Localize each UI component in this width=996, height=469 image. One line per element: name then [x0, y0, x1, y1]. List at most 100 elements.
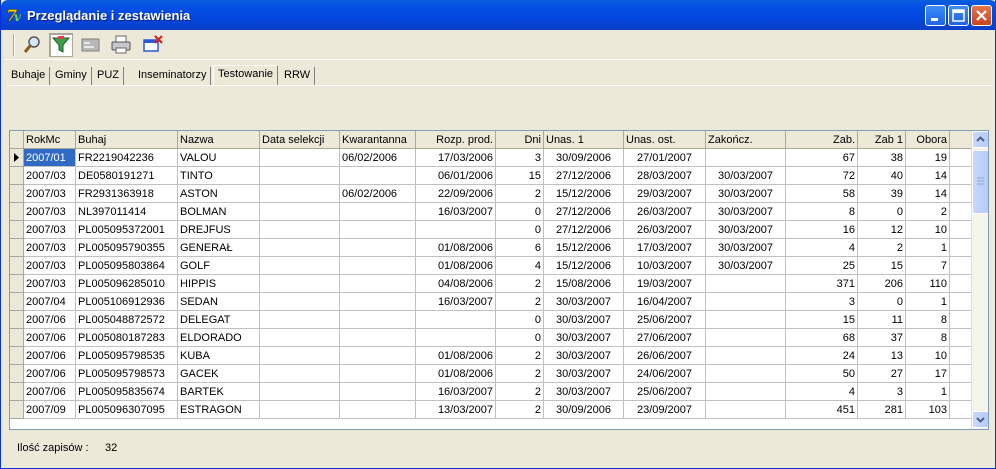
table-cell[interactable]: 2: [496, 185, 544, 203]
table-cell[interactable]: 2: [496, 365, 544, 383]
table-cell[interactable]: PL005096307095: [76, 401, 178, 419]
row-indicator[interactable]: [10, 329, 24, 347]
table-cell[interactable]: 4: [786, 383, 858, 401]
table-cell[interactable]: [260, 203, 340, 221]
table-cell[interactable]: DELEGAT: [178, 311, 260, 329]
table-cell[interactable]: GACEK: [178, 365, 260, 383]
table-cell[interactable]: [260, 167, 340, 185]
table-cell[interactable]: [340, 401, 416, 419]
table-cell[interactable]: PL005095790355: [76, 239, 178, 257]
row-indicator[interactable]: [10, 257, 24, 275]
table-cell[interactable]: PL005095798573: [76, 365, 178, 383]
table-cell[interactable]: PL005106912936: [76, 293, 178, 311]
table-cell[interactable]: [416, 311, 496, 329]
table-cell[interactable]: 01/08/2006: [416, 239, 496, 257]
row-indicator[interactable]: [10, 365, 24, 383]
table-cell[interactable]: [260, 149, 340, 167]
table-cell[interactable]: 25: [786, 257, 858, 275]
table-cell[interactable]: 2: [496, 383, 544, 401]
tab-rrw[interactable]: RRW: [280, 67, 316, 85]
table-cell[interactable]: [340, 203, 416, 221]
table-cell[interactable]: 24: [786, 347, 858, 365]
table-cell[interactable]: 2: [496, 275, 544, 293]
table-cell[interactable]: 2007/06: [24, 383, 76, 401]
table-cell[interactable]: 30/03/2007: [706, 257, 786, 275]
row-indicator[interactable]: [10, 347, 24, 365]
table-cell[interactable]: 11: [858, 311, 906, 329]
table-cell[interactable]: 01/08/2006: [416, 347, 496, 365]
table-cell[interactable]: ESTRAGON: [178, 401, 260, 419]
table-cell[interactable]: 25/06/2007: [624, 383, 706, 401]
table-cell[interactable]: [260, 185, 340, 203]
table-cell[interactable]: [706, 347, 786, 365]
table-cell[interactable]: [340, 311, 416, 329]
column-header[interactable]: Rozp. prod.: [416, 131, 496, 149]
table-cell[interactable]: 206: [858, 275, 906, 293]
tab-buhaje[interactable]: Buhaje: [7, 67, 51, 85]
table-cell[interactable]: 17/03/2007: [624, 239, 706, 257]
row-indicator[interactable]: [10, 203, 24, 221]
table-cell[interactable]: 1: [906, 383, 950, 401]
table-cell[interactable]: 2007/03: [24, 275, 76, 293]
table-cell[interactable]: 15: [786, 311, 858, 329]
table-cell[interactable]: 58: [786, 185, 858, 203]
table-cell[interactable]: [340, 221, 416, 239]
table-cell[interactable]: 8: [786, 203, 858, 221]
table-cell[interactable]: 3: [858, 383, 906, 401]
table-cell[interactable]: FR2219042236: [76, 149, 178, 167]
table-cell[interactable]: [416, 329, 496, 347]
title-bar[interactable]: 7 v Przeglądanie i zestawienia: [1, 0, 996, 30]
table-cell[interactable]: 281: [858, 401, 906, 419]
table-cell[interactable]: 39: [858, 185, 906, 203]
scroll-thumb[interactable]: [972, 150, 988, 214]
table-cell[interactable]: 2: [496, 347, 544, 365]
table-cell[interactable]: [340, 329, 416, 347]
table-cell[interactable]: 67: [786, 149, 858, 167]
table-cell[interactable]: [340, 383, 416, 401]
table-cell[interactable]: 27/06/2007: [624, 329, 706, 347]
table-cell[interactable]: 01/08/2006: [416, 257, 496, 275]
table-cell[interactable]: 06/02/2006: [340, 185, 416, 203]
table-cell[interactable]: 0: [496, 329, 544, 347]
table-cell[interactable]: 30/03/2007: [544, 293, 624, 311]
table-cell[interactable]: [260, 239, 340, 257]
table-cell[interactable]: 17/03/2006: [416, 149, 496, 167]
row-indicator[interactable]: [10, 221, 24, 239]
column-header[interactable]: Unas. 1: [544, 131, 624, 149]
table-cell[interactable]: 15/12/2006: [544, 239, 624, 257]
table-cell[interactable]: PL005095372001: [76, 221, 178, 239]
table-cell[interactable]: 30/03/2007: [544, 347, 624, 365]
table-cell[interactable]: 8: [906, 329, 950, 347]
table-cell[interactable]: [260, 401, 340, 419]
table-cell[interactable]: 26/06/2007: [624, 347, 706, 365]
table-cell[interactable]: 23/09/2007: [624, 401, 706, 419]
table-cell[interactable]: 27/12/2006: [544, 167, 624, 185]
table-cell[interactable]: [706, 329, 786, 347]
table-cell[interactable]: VALOU: [178, 149, 260, 167]
table-cell[interactable]: 28/03/2007: [624, 167, 706, 185]
table-cell[interactable]: 06/01/2006: [416, 167, 496, 185]
tab-gminy[interactable]: Gminy: [51, 67, 92, 85]
table-cell[interactable]: [706, 149, 786, 167]
table-cell[interactable]: 16: [786, 221, 858, 239]
table-cell[interactable]: 30/03/2007: [706, 203, 786, 221]
table-cell[interactable]: [416, 221, 496, 239]
table-cell[interactable]: [340, 275, 416, 293]
column-header[interactable]: Zab 1: [858, 131, 906, 149]
table-cell[interactable]: 3: [496, 149, 544, 167]
table-cell[interactable]: 30/03/2007: [706, 239, 786, 257]
table-cell[interactable]: [706, 383, 786, 401]
table-cell[interactable]: 16/03/2007: [416, 383, 496, 401]
table-cell[interactable]: 26/03/2007: [624, 221, 706, 239]
table-cell[interactable]: 2007/04: [24, 293, 76, 311]
table-cell[interactable]: [260, 365, 340, 383]
tab-puz[interactable]: PUZ: [93, 67, 124, 85]
table-cell[interactable]: 38: [858, 149, 906, 167]
table-cell[interactable]: 17: [906, 365, 950, 383]
table-cell[interactable]: 13: [858, 347, 906, 365]
table-cell[interactable]: 2007/06: [24, 347, 76, 365]
table-cell[interactable]: 3: [786, 293, 858, 311]
table-cell[interactable]: 10: [906, 221, 950, 239]
table-cell[interactable]: 10: [906, 347, 950, 365]
table-cell[interactable]: 103: [906, 401, 950, 419]
